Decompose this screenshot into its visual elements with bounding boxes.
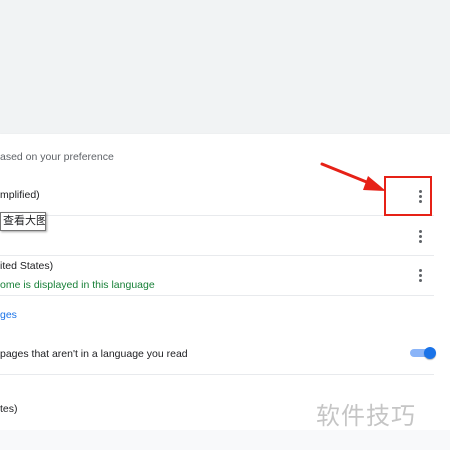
divider [0, 295, 434, 296]
more-vert-icon[interactable] [413, 266, 427, 284]
annotation-arrow [320, 162, 386, 191]
spell-check-language: tes) [0, 403, 18, 415]
page-background-bottom [0, 430, 450, 450]
divider [0, 374, 434, 375]
watermark-text: 软件技巧 [316, 402, 416, 430]
translate-offer-toggle[interactable] [408, 346, 436, 360]
divider [0, 255, 434, 256]
highlight-box [384, 176, 432, 216]
toggle-knob [424, 347, 436, 359]
language-item-name: mplified) [0, 189, 40, 201]
more-vert-icon[interactable] [413, 227, 427, 245]
divider [0, 215, 434, 216]
view-image-tooltip: 查看大图 [0, 212, 46, 231]
translate-offer-label: pages that aren't in a language you read [0, 348, 188, 360]
page-background [0, 0, 450, 134]
display-language-note: ome is displayed in this language [0, 279, 155, 291]
language-item-name: ited States) [0, 260, 54, 272]
languages-description: ased on your preference [0, 151, 114, 163]
add-languages-link[interactable]: ges [0, 308, 17, 322]
